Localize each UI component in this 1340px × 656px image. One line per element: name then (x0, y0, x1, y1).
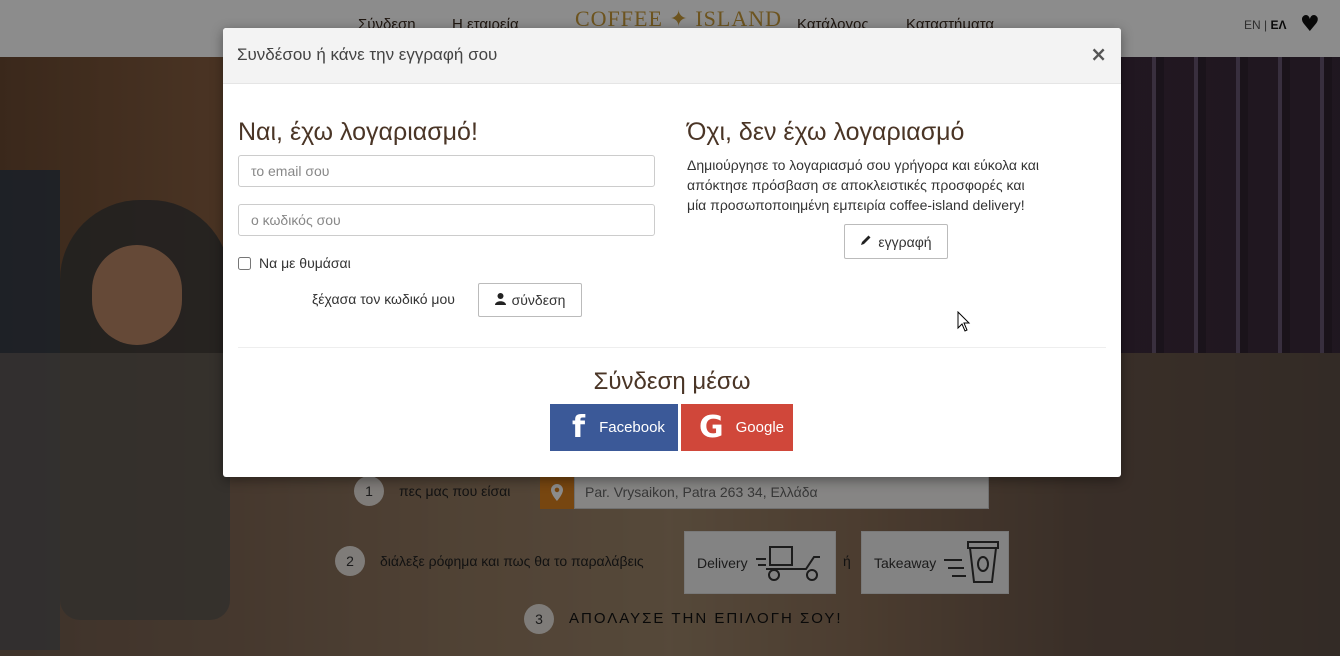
remember-me-label: Να με θυμάσαι (259, 255, 351, 271)
email-input[interactable] (238, 155, 655, 187)
google-login-button[interactable]: G Google (681, 404, 793, 451)
password-input[interactable] (238, 204, 655, 236)
register-heading: Όχι, δεν έχω λογαριασμό (687, 118, 965, 146)
modal-divider (238, 347, 1106, 348)
modal-header: Συνδέσου ή κάνε την εγγραφή σου × (223, 28, 1121, 84)
user-icon (494, 292, 506, 308)
facebook-login-button[interactable]: f Facebook (550, 404, 678, 451)
login-heading: Ναι, έχω λογαριασμό! (238, 118, 478, 146)
forgot-password-link[interactable]: ξέχασα τον κωδικό μου (312, 291, 455, 307)
modal-title: Συνδέσου ή κάνε την εγγραφή σου (237, 45, 498, 64)
google-label: Google (735, 419, 784, 436)
social-login-heading: Σύνδεση μέσω (593, 368, 751, 395)
google-icon: G (699, 410, 724, 445)
register-button[interactable]: εγγραφή (844, 224, 948, 259)
login-submit-label: σύνδεση (511, 292, 566, 308)
register-button-label: εγγραφή (878, 233, 932, 250)
login-modal: Συνδέσου ή κάνε την εγγραφή σου × Ναι, έ… (223, 28, 1121, 477)
login-submit-button[interactable]: σύνδεση (478, 283, 582, 317)
mouse-cursor-icon (957, 311, 971, 332)
register-description: Δημιούργησε το λογαριασμό σου γρήγορα κα… (687, 157, 1039, 213)
pencil-icon (860, 234, 872, 249)
facebook-icon: f (572, 410, 586, 445)
remember-me[interactable]: Να με θυμάσαι (238, 255, 351, 271)
close-icon[interactable]: × (1090, 42, 1107, 66)
remember-me-checkbox[interactable] (238, 256, 251, 270)
facebook-label: Facebook (599, 419, 665, 436)
